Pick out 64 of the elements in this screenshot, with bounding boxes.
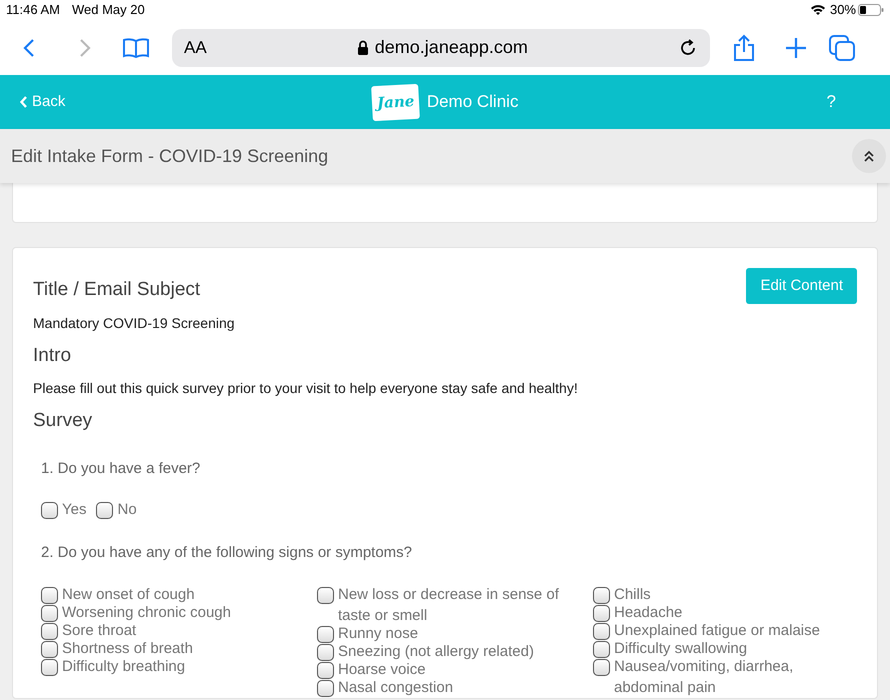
url-text: demo.janeapp.com [374,36,528,59]
checkbox-label: Headache [614,602,682,622]
checkbox[interactable] [41,658,58,676]
checkbox-label: Nausea/vomiting, diarrhea, abdominal pain [614,656,794,698]
edit-content-button[interactable]: Edit Content [746,268,857,304]
checkbox-label: Runny nose [338,624,418,644]
checkbox[interactable] [593,586,610,604]
plus-icon[interactable] [784,36,808,60]
section-heading: Intro [33,344,72,368]
checkbox[interactable] [317,680,334,696]
checkbox[interactable] [593,640,610,658]
checkbox[interactable] [41,622,58,640]
checkbox-label: Chills [614,584,651,604]
question-text: 2. Do you have any of the following signs or symptoms? [41,543,414,563]
checkbox[interactable] [317,626,334,642]
checkbox[interactable] [41,586,58,604]
address-bar[interactable]: AA demo.janeapp.com [172,28,710,66]
checkbox[interactable] [593,622,610,640]
checkbox-label: Difficulty swallowing [614,638,748,658]
reload-icon[interactable] [678,38,698,58]
page-title: Edit Intake Form - COVID-19 Screening [11,144,330,168]
question-text: 1. Do you have a fever? [41,458,202,478]
chevron-left-icon [20,96,28,108]
checkbox-label: No [117,500,137,520]
checkbox-label: Difficulty breathing [62,656,186,676]
checkbox[interactable] [96,502,114,519]
checkbox-label: New loss or decrease in sense of taste or smell [338,584,560,626]
battery-percentage: 30% [830,1,856,20]
clinic-name: Demo Clinic [426,91,518,114]
book-icon[interactable] [122,36,150,60]
double-chevron-up-icon [863,150,875,162]
share-icon[interactable] [732,34,756,62]
checkbox[interactable] [41,502,58,519]
section-text: Mandatory COVID-19 Screening [33,314,236,333]
checkbox-label: Sore throat [62,620,136,640]
status-time: 11:46 AM [6,1,60,20]
battery-icon [858,4,884,16]
checkbox[interactable] [317,644,334,660]
checkbox[interactable] [317,662,334,678]
text-size-control[interactable]: AA [184,34,207,60]
checkbox-label: New onset of cough [62,584,195,604]
checkbox-label: Shortness of breath [62,638,193,658]
checkbox-label: Unexplained fatigue or malaise [614,620,820,640]
checkbox[interactable] [41,640,58,658]
checkbox[interactable] [317,586,334,604]
section-heading: Survey [33,409,92,433]
collapse-button[interactable] [852,139,886,173]
checkbox-label: Sneezing (not allergy related) [338,642,534,662]
tabs-icon[interactable] [828,34,856,62]
back-link[interactable]: Back [20,90,140,114]
checkbox[interactable] [593,658,610,676]
checkbox-label: Hoarse voice [338,660,426,680]
logo: Jane [370,84,420,120]
help-link[interactable]: ? [750,89,870,115]
checkbox-label: Nasal congestion [338,678,454,698]
checkbox-label: Yes [62,500,86,520]
wifi-icon [810,4,826,16]
lock-icon [356,40,369,55]
checkbox[interactable] [593,604,610,622]
checkbox-label: Worsening chronic cough [62,602,231,622]
section-heading: Title / Email Subject [33,278,200,302]
checkbox[interactable] [41,604,58,622]
section-text: Please fill out this quick survey prior to your visit to help everyone stay safe and healthy! [33,379,579,398]
status-date: Wed May 20 [72,1,145,20]
